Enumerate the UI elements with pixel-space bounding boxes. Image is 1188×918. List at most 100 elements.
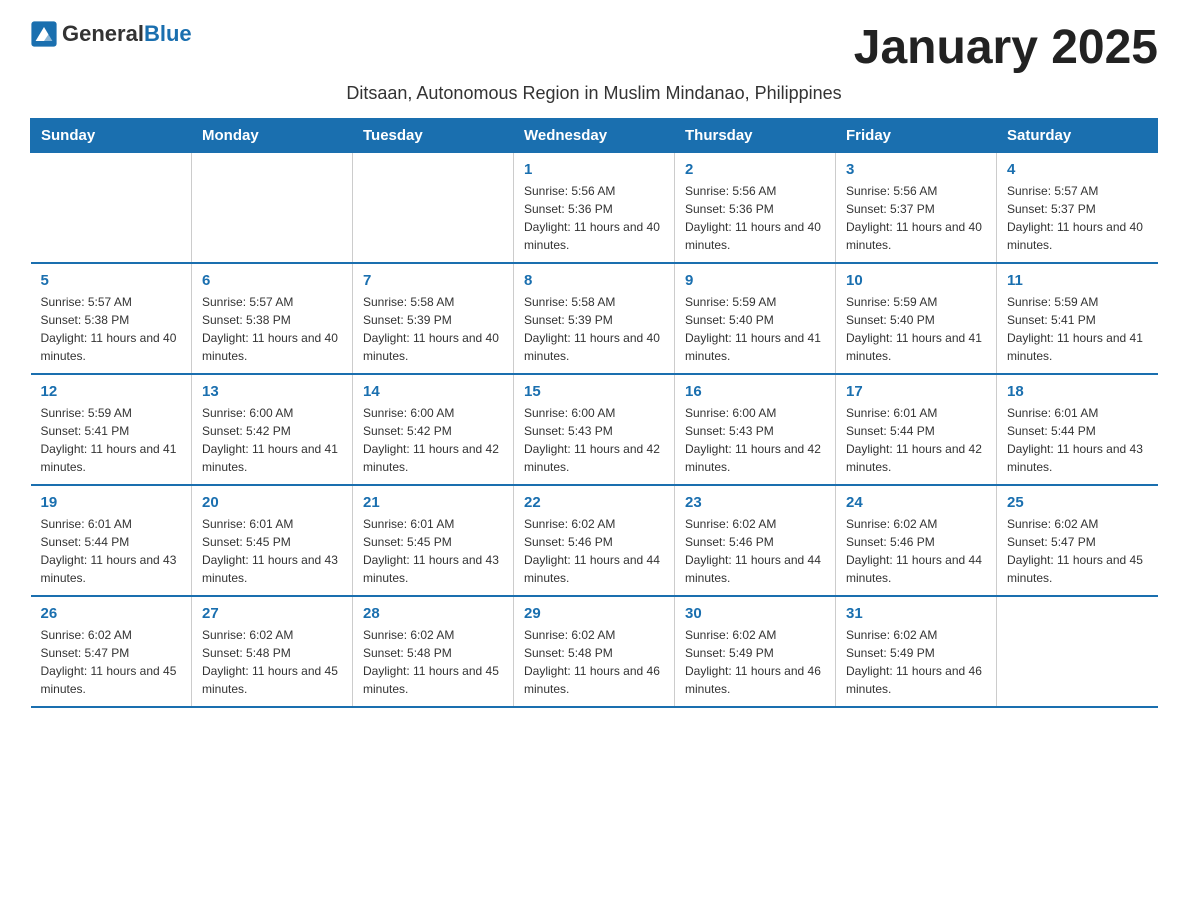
day-number: 5 <box>41 272 182 289</box>
weekday-header-sunday: Sunday <box>31 119 192 153</box>
day-number: 30 <box>685 605 825 622</box>
calendar-cell: 7Sunrise: 5:58 AM Sunset: 5:39 PM Daylig… <box>353 263 514 374</box>
calendar-cell: 28 Sunrise: 6:02 AM Sunset: 5:48 PM Dayli… <box>353 596 514 707</box>
day-info: Sunrise: 6:00 AM Sunset: 5:42 PM Dayligh… <box>363 404 503 476</box>
weekday-header-wednesday: Wednesday <box>514 119 675 153</box>
day-info: Sunrise: 5:56 AM Sunset: 5:36 PM Dayligh… <box>685 182 825 254</box>
day-info: Sunrise: 6:02 AM Sunset: 5:46 PM Dayligh… <box>524 515 664 587</box>
calendar-cell: 11 Sunrise: 5:59 AM Sunset: 5:41 PM Dayli… <box>997 263 1158 374</box>
day-info: Sunrise: 6:02 AM Sunset: 5:47 PM Dayligh… <box>1007 515 1148 587</box>
day-number: 11 <box>1007 272 1148 289</box>
logo-blue-text: Blue <box>144 21 192 46</box>
day-info: Sunrise: 6:02 AM Sunset: 5:48 PM Dayligh… <box>363 626 503 698</box>
weekday-header-monday: Monday <box>192 119 353 153</box>
calendar-cell: 21Sunrise: 6:01 AM Sunset: 5:45 PM Dayli… <box>353 485 514 596</box>
calendar-cell: 6 Sunrise: 5:57 AM Sunset: 5:38 PM Daylig… <box>192 263 353 374</box>
day-info: Sunrise: 6:02 AM Sunset: 5:47 PM Dayligh… <box>41 626 182 698</box>
day-number: 26 <box>41 605 182 622</box>
calendar-cell: 31 Sunrise: 6:02 AM Sunset: 5:49 PM Dayli… <box>836 596 997 707</box>
calendar-cell: 10 Sunrise: 5:59 AM Sunset: 5:40 PM Dayli… <box>836 263 997 374</box>
day-number: 18 <box>1007 383 1148 400</box>
day-info: Sunrise: 5:58 AM Sunset: 5:39 PM Dayligh… <box>524 293 664 365</box>
day-number: 9 <box>685 272 825 289</box>
calendar-cell: 8 Sunrise: 5:58 AM Sunset: 5:39 PM Daylig… <box>514 263 675 374</box>
day-info: Sunrise: 6:01 AM Sunset: 5:45 PM Dayligh… <box>363 515 503 587</box>
calendar-cell: 23 Sunrise: 6:02 AM Sunset: 5:46 PM Dayli… <box>675 485 836 596</box>
day-info: Sunrise: 5:56 AM Sunset: 5:36 PM Dayligh… <box>524 182 664 254</box>
weekday-header-saturday: Saturday <box>997 119 1158 153</box>
day-info: Sunrise: 6:01 AM Sunset: 5:44 PM Dayligh… <box>1007 404 1148 476</box>
calendar-cell: 15 Sunrise: 6:00 AM Sunset: 5:43 PM Dayli… <box>514 374 675 485</box>
day-number: 29 <box>524 605 664 622</box>
calendar-cell: 19Sunrise: 6:01 AM Sunset: 5:44 PM Dayli… <box>31 485 192 596</box>
day-info: Sunrise: 5:59 AM Sunset: 5:40 PM Dayligh… <box>685 293 825 365</box>
day-info: Sunrise: 6:02 AM Sunset: 5:49 PM Dayligh… <box>846 626 986 698</box>
calendar-cell: 1Sunrise: 5:56 AM Sunset: 5:36 PM Daylig… <box>514 153 675 264</box>
day-number: 3 <box>846 161 986 178</box>
calendar-cell: 18 Sunrise: 6:01 AM Sunset: 5:44 PM Dayli… <box>997 374 1158 485</box>
day-number: 10 <box>846 272 986 289</box>
calendar-cell: 20 Sunrise: 6:01 AM Sunset: 5:45 PM Dayli… <box>192 485 353 596</box>
day-number: 23 <box>685 494 825 511</box>
day-info: Sunrise: 6:02 AM Sunset: 5:46 PM Dayligh… <box>685 515 825 587</box>
day-number: 19 <box>41 494 182 511</box>
weekday-header-row: SundayMondayTuesdayWednesdayThursdayFrid… <box>31 119 1158 153</box>
day-number: 4 <box>1007 161 1148 178</box>
calendar-cell <box>997 596 1158 707</box>
day-number: 12 <box>41 383 182 400</box>
day-number: 6 <box>202 272 342 289</box>
calendar-cell: 4 Sunrise: 5:57 AM Sunset: 5:37 PM Daylig… <box>997 153 1158 264</box>
day-number: 16 <box>685 383 825 400</box>
calendar-cell: 14 Sunrise: 6:00 AM Sunset: 5:42 PM Dayli… <box>353 374 514 485</box>
day-number: 28 <box>363 605 503 622</box>
calendar-cell: 9 Sunrise: 5:59 AM Sunset: 5:40 PM Daylig… <box>675 263 836 374</box>
day-number: 24 <box>846 494 986 511</box>
day-info: Sunrise: 6:02 AM Sunset: 5:49 PM Dayligh… <box>685 626 825 698</box>
calendar-cell: 13 Sunrise: 6:00 AM Sunset: 5:42 PM Dayli… <box>192 374 353 485</box>
subtitle: Ditsaan, Autonomous Region in Muslim Min… <box>30 83 1158 104</box>
day-info: Sunrise: 5:57 AM Sunset: 5:38 PM Dayligh… <box>202 293 342 365</box>
day-number: 8 <box>524 272 664 289</box>
calendar-cell: 12 Sunrise: 5:59 AM Sunset: 5:41 PM Dayli… <box>31 374 192 485</box>
day-number: 15 <box>524 383 664 400</box>
calendar-week-row: 26 Sunrise: 6:02 AM Sunset: 5:47 PM Dayli… <box>31 596 1158 707</box>
calendar-cell: 27 Sunrise: 6:02 AM Sunset: 5:48 PM Dayli… <box>192 596 353 707</box>
calendar-week-row: 5 Sunrise: 5:57 AM Sunset: 5:38 PM Daylig… <box>31 263 1158 374</box>
logo-general-text: General <box>62 21 144 46</box>
day-info: Sunrise: 6:00 AM Sunset: 5:43 PM Dayligh… <box>685 404 825 476</box>
day-info: Sunrise: 6:02 AM Sunset: 5:48 PM Dayligh… <box>202 626 342 698</box>
day-number: 20 <box>202 494 342 511</box>
weekday-header-friday: Friday <box>836 119 997 153</box>
weekday-header-tuesday: Tuesday <box>353 119 514 153</box>
calendar-cell: 24Sunrise: 6:02 AM Sunset: 5:46 PM Dayli… <box>836 485 997 596</box>
logo: GeneralBlue <box>30 20 192 48</box>
day-info: Sunrise: 6:00 AM Sunset: 5:43 PM Dayligh… <box>524 404 664 476</box>
calendar-week-row: 19Sunrise: 6:01 AM Sunset: 5:44 PM Dayli… <box>31 485 1158 596</box>
calendar-cell: 29Sunrise: 6:02 AM Sunset: 5:48 PM Dayli… <box>514 596 675 707</box>
day-info: Sunrise: 5:59 AM Sunset: 5:41 PM Dayligh… <box>41 404 182 476</box>
calendar-cell: 3Sunrise: 5:56 AM Sunset: 5:37 PM Daylig… <box>836 153 997 264</box>
day-number: 31 <box>846 605 986 622</box>
day-info: Sunrise: 5:59 AM Sunset: 5:40 PM Dayligh… <box>846 293 986 365</box>
day-number: 14 <box>363 383 503 400</box>
day-info: Sunrise: 5:57 AM Sunset: 5:37 PM Dayligh… <box>1007 182 1148 254</box>
day-info: Sunrise: 5:57 AM Sunset: 5:38 PM Dayligh… <box>41 293 182 365</box>
calendar-table: SundayMondayTuesdayWednesdayThursdayFrid… <box>30 118 1158 708</box>
calendar-cell: 25 Sunrise: 6:02 AM Sunset: 5:47 PM Dayli… <box>997 485 1158 596</box>
calendar-cell: 30 Sunrise: 6:02 AM Sunset: 5:49 PM Dayli… <box>675 596 836 707</box>
day-number: 13 <box>202 383 342 400</box>
header: GeneralBlue January 2025 <box>30 20 1158 75</box>
calendar-cell: 5 Sunrise: 5:57 AM Sunset: 5:38 PM Daylig… <box>31 263 192 374</box>
day-number: 2 <box>685 161 825 178</box>
calendar-cell: 22Sunrise: 6:02 AM Sunset: 5:46 PM Dayli… <box>514 485 675 596</box>
day-number: 7 <box>363 272 503 289</box>
day-number: 25 <box>1007 494 1148 511</box>
calendar-cell <box>31 153 192 264</box>
calendar-week-row: 1Sunrise: 5:56 AM Sunset: 5:36 PM Daylig… <box>31 153 1158 264</box>
day-info: Sunrise: 5:59 AM Sunset: 5:41 PM Dayligh… <box>1007 293 1148 365</box>
calendar-cell: 16 Sunrise: 6:00 AM Sunset: 5:43 PM Dayli… <box>675 374 836 485</box>
day-info: Sunrise: 6:01 AM Sunset: 5:45 PM Dayligh… <box>202 515 342 587</box>
calendar-cell <box>353 153 514 264</box>
day-info: Sunrise: 6:00 AM Sunset: 5:42 PM Dayligh… <box>202 404 342 476</box>
day-number: 27 <box>202 605 342 622</box>
